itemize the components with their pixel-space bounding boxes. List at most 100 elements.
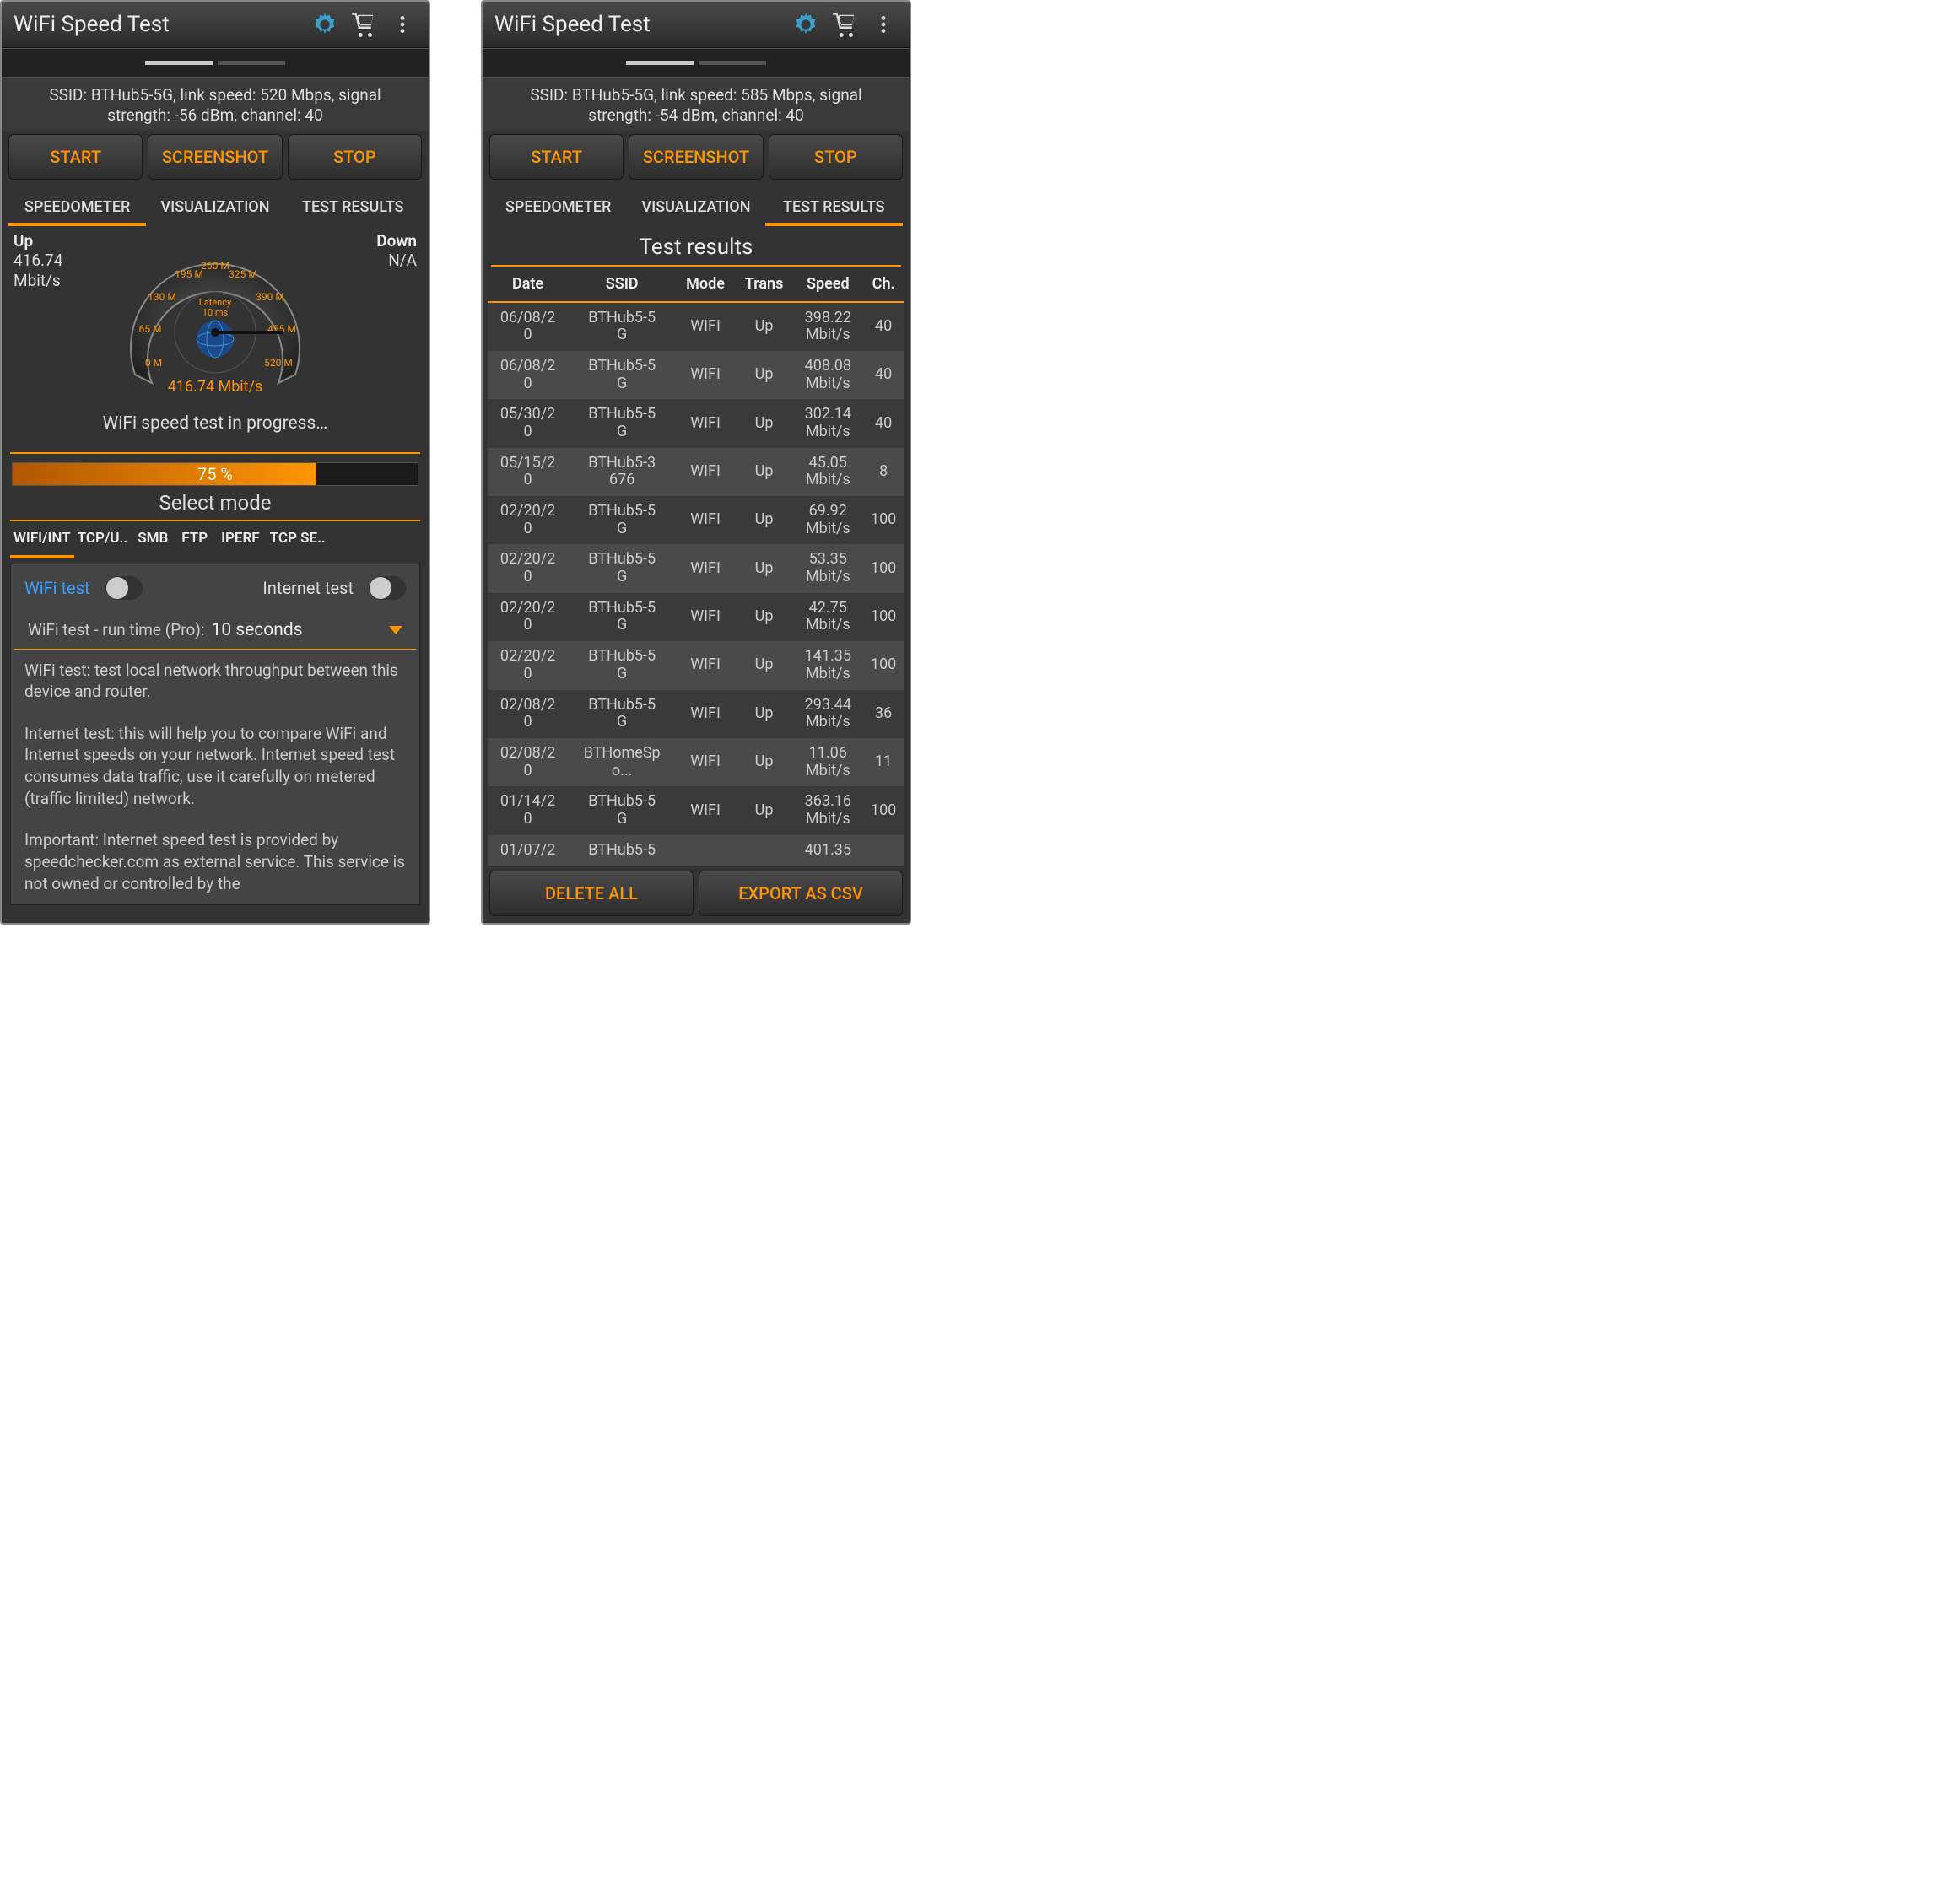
cell: 02/20/20 (488, 496, 568, 544)
start-button[interactable]: START (8, 134, 143, 180)
mode-tab-tcpserver[interactable]: TCP SE.. (267, 521, 329, 558)
cell: 408.08Mbit/s (793, 351, 862, 399)
cell: 293.44Mbit/s (793, 690, 862, 738)
tab-speedometer[interactable]: SPEEDOMETER (8, 190, 146, 226)
table-row[interactable]: 02/08/20BTHub5-5GWIFIUp293.44Mbit/s36 (488, 690, 904, 738)
svg-text:520 M: 520 M (264, 357, 293, 369)
mode-tab-smb[interactable]: SMB (131, 521, 175, 558)
app-title: WiFi Speed Test (494, 12, 781, 37)
screenshot-button[interactable]: SCREENSHOT (148, 134, 282, 180)
gear-icon[interactable] (310, 10, 339, 39)
cell: 40 (862, 399, 904, 447)
cell: WIFI (676, 496, 735, 544)
cell: WIFI (676, 641, 735, 689)
svg-text:325 M: 325 M (229, 268, 257, 280)
mode-tab-ftp[interactable]: FTP (175, 521, 214, 558)
internet-test-toggle[interactable] (369, 576, 406, 600)
table-row[interactable]: 06/08/20BTHub5-5GWIFIUp398.22Mbit/s40 (488, 302, 904, 351)
mode-tab-iperf[interactable]: IPERF (214, 521, 267, 558)
cell: 11 (862, 738, 904, 786)
network-info: SSID: BTHub5-5G, link speed: 520 Mbps, s… (2, 78, 429, 131)
tab-speedometer[interactable]: SPEEDOMETER (489, 190, 627, 226)
more-icon[interactable] (388, 10, 417, 39)
cart-icon[interactable] (349, 10, 378, 39)
table-row[interactable]: 02/20/20BTHub5-5GWIFIUp53.35Mbit/s100 (488, 544, 904, 592)
runtime-label: WiFi test - run time (Pro): (28, 620, 205, 639)
cell: Up (735, 496, 793, 544)
mode-card: WiFi test Internet test WiFi test - run … (10, 564, 420, 906)
stop-button[interactable]: STOP (288, 134, 422, 180)
table-row[interactable]: 02/20/20BTHub5-5GWIFIUp141.35Mbit/s100 (488, 641, 904, 689)
tab-visualization[interactable]: VISUALIZATION (627, 190, 764, 226)
cell: 01/07/2 (488, 835, 568, 866)
phone-left-speedometer: WiFi Speed Test SSID: BTHub5-5G, link sp… (0, 0, 430, 925)
runtime-value: 10 seconds (212, 620, 382, 640)
table-row[interactable]: 05/30/20BTHub5-5GWIFIUp302.14Mbit/s40 (488, 399, 904, 447)
tab-test-results[interactable]: TEST RESULTS (284, 190, 422, 226)
cell: WIFI (676, 593, 735, 641)
cell: Up (735, 448, 793, 496)
mode-tab-wifi-int[interactable]: WIFI/INT (10, 521, 74, 558)
table-row[interactable]: 05/15/20BTHub5-3676WIFIUp45.05Mbit/s8 (488, 448, 904, 496)
cell: 01/14/20 (488, 786, 568, 834)
cell: 363.16Mbit/s (793, 786, 862, 834)
cell: Up (735, 351, 793, 399)
screenshot-button[interactable]: SCREENSHOT (629, 134, 763, 180)
select-mode-heading: Select mode (2, 488, 429, 520)
export-csv-button[interactable]: EXPORT AS CSV (699, 871, 903, 916)
table-row[interactable]: 02/20/20BTHub5-5GWIFIUp69.92Mbit/s100 (488, 496, 904, 544)
cell: WIFI (676, 738, 735, 786)
table-row[interactable]: 02/08/20BTHomeSpo...WIFIUp11.06Mbit/s11 (488, 738, 904, 786)
cell: 05/30/20 (488, 399, 568, 447)
svg-text:195 M: 195 M (175, 268, 203, 280)
svg-text:10 ms: 10 ms (202, 307, 229, 318)
app-title: WiFi Speed Test (13, 12, 300, 37)
col-trans[interactable]: Trans (735, 267, 793, 302)
table-row[interactable]: 02/20/20BTHub5-5GWIFIUp42.75Mbit/s100 (488, 593, 904, 641)
col-speed[interactable]: Speed (793, 267, 862, 302)
col-ch[interactable]: Ch. (862, 267, 904, 302)
wifi-test-toggle[interactable] (105, 576, 143, 600)
phone-right-results: WiFi Speed Test SSID: BTHub5-5G, link sp… (481, 0, 911, 925)
table-row[interactable]: 06/08/20BTHub5-5GWIFIUp408.08Mbit/s40 (488, 351, 904, 399)
cell: BTHomeSpo... (568, 738, 676, 786)
runtime-select[interactable]: WiFi test - run time (Pro): 10 seconds (14, 612, 416, 650)
cell: 06/08/20 (488, 302, 568, 351)
tab-test-results[interactable]: TEST RESULTS (765, 190, 903, 226)
start-button[interactable]: START (489, 134, 624, 180)
cell: 02/20/20 (488, 544, 568, 592)
svg-text:390 M: 390 M (256, 291, 284, 303)
col-date[interactable]: Date (488, 267, 568, 302)
table-row[interactable]: 01/14/20BTHub5-5GWIFIUp363.16Mbit/s100 (488, 786, 904, 834)
cell: 11.06Mbit/s (793, 738, 862, 786)
svg-text:416.74 Mbit/s: 416.74 Mbit/s (168, 378, 263, 396)
cell: 42.75Mbit/s (793, 593, 862, 641)
table-row[interactable]: 01/07/2BTHub5-5401.35 (488, 835, 904, 866)
tab-visualization[interactable]: VISUALIZATION (146, 190, 283, 226)
cell: Up (735, 641, 793, 689)
cart-icon[interactable] (830, 10, 859, 39)
delete-all-button[interactable]: DELETE ALL (489, 871, 694, 916)
cell: 100 (862, 641, 904, 689)
cell: 06/08/20 (488, 351, 568, 399)
main-tabs: SPEEDOMETER VISUALIZATION TEST RESULTS (483, 183, 910, 226)
cell: 302.14Mbit/s (793, 399, 862, 447)
col-mode[interactable]: Mode (676, 267, 735, 302)
cell: BTHub5-5G (568, 641, 676, 689)
svg-text:130 M: 130 M (148, 291, 176, 303)
more-icon[interactable] (869, 10, 898, 39)
cell: BTHub5-5G (568, 302, 676, 351)
down-label: Down (341, 231, 417, 251)
main-tabs: SPEEDOMETER VISUALIZATION TEST RESULTS (2, 183, 429, 226)
cell: BTHub5-3676 (568, 448, 676, 496)
page-indicator (2, 48, 429, 78)
gear-icon[interactable] (791, 10, 820, 39)
table-header: Date SSID Mode Trans Speed Ch. (488, 267, 904, 302)
cell: 141.35Mbit/s (793, 641, 862, 689)
col-ssid[interactable]: SSID (568, 267, 676, 302)
mode-tab-tcpudp[interactable]: TCP/U.. (74, 521, 132, 558)
cell: BTHub5-5G (568, 399, 676, 447)
stop-button[interactable]: STOP (769, 134, 903, 180)
cell: WIFI (676, 351, 735, 399)
cell: 40 (862, 302, 904, 351)
